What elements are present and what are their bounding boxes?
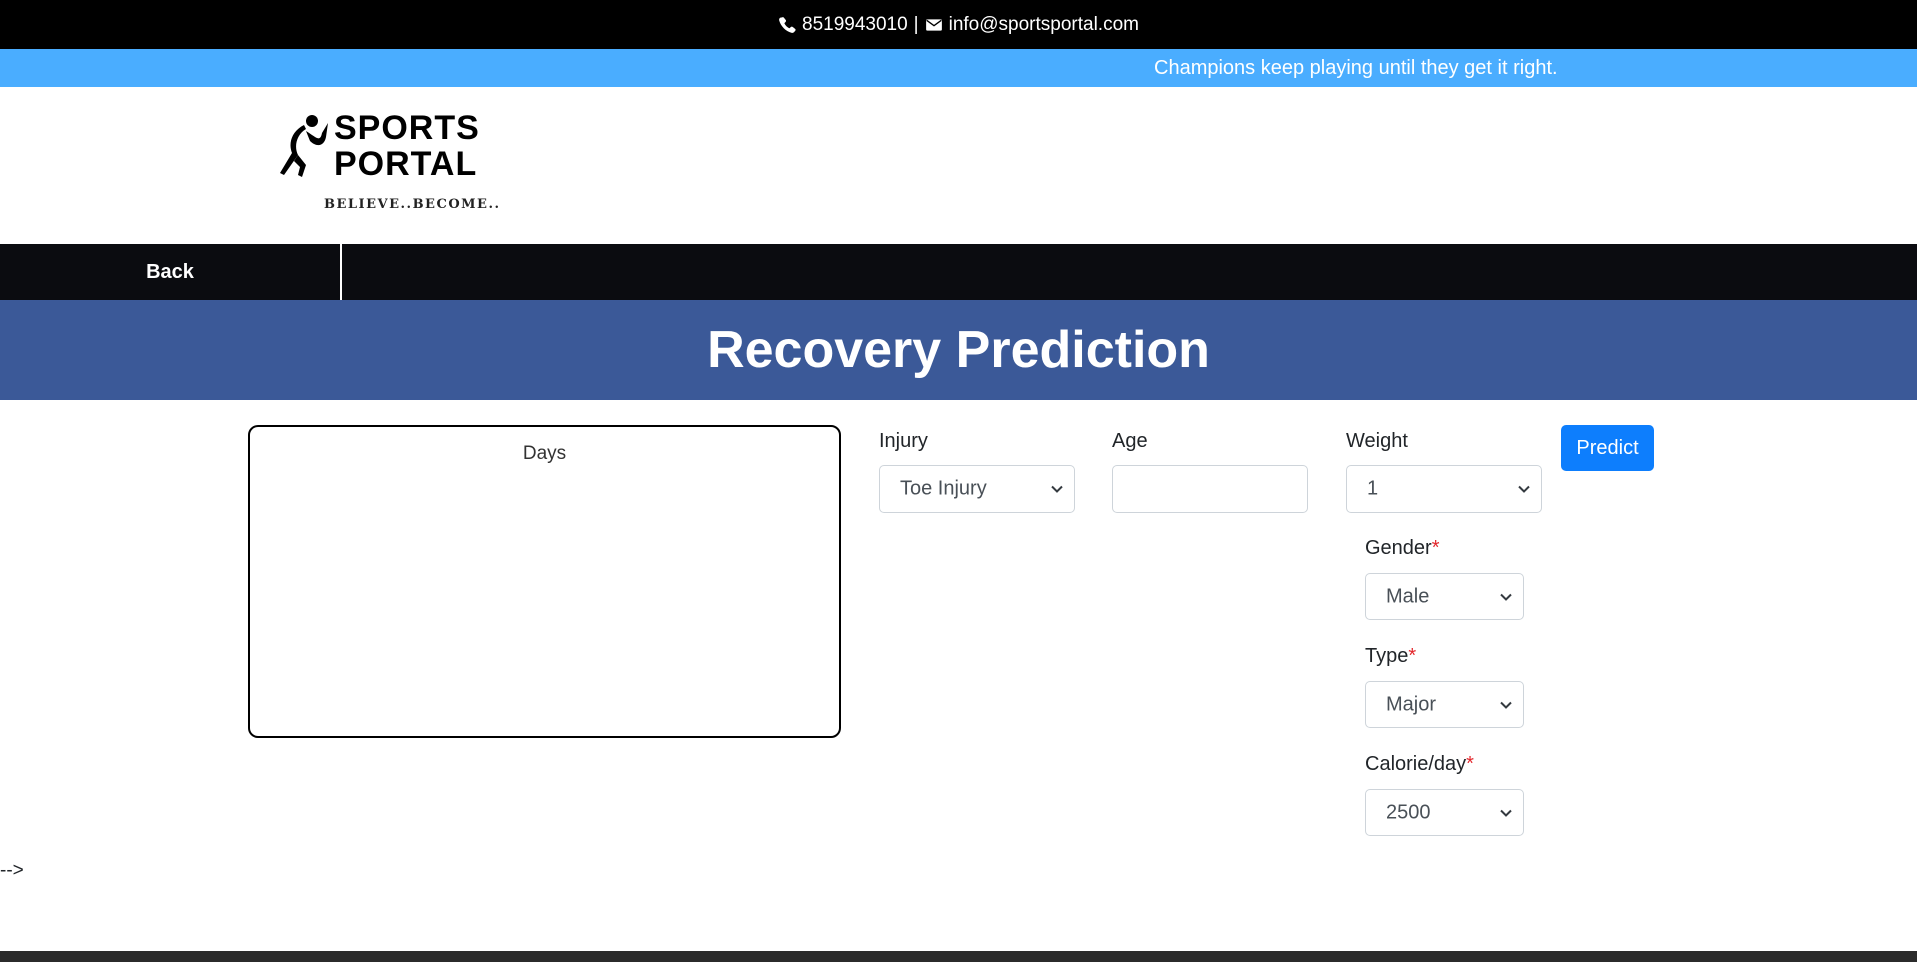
page-title: Recovery Prediction <box>707 321 1210 379</box>
gender-label-text: Gender <box>1365 537 1432 559</box>
tagline-text: Champions keep playing until they get it… <box>1154 57 1558 79</box>
predict-button[interactable]: Predict <box>1561 425 1654 471</box>
page-banner: Recovery Prediction <box>0 300 1917 400</box>
sports-portal-logo[interactable]: SPORTS PORTAL BELIEVE..BECOME.. <box>276 105 499 225</box>
injury-select[interactable]: Toe Injury <box>879 465 1075 513</box>
gender-label: Gender* <box>1365 537 1440 560</box>
chevron-down-icon <box>1500 809 1512 817</box>
runner-icon <box>280 115 328 177</box>
logo-slogan: BELIEVE..BECOME.. <box>324 197 501 212</box>
phone-icon <box>778 16 796 34</box>
required-marker: * <box>1431 537 1440 559</box>
contact-bar: 8519943010 | info@sportsportal.com <box>0 0 1917 49</box>
envelope-icon <box>925 16 943 34</box>
tagline-bar: Champions keep playing until they get it… <box>0 49 1917 87</box>
type-select[interactable]: Major <box>1365 681 1524 728</box>
chart-title: Days <box>522 443 567 464</box>
chevron-down-icon <box>1518 485 1530 493</box>
main-navbar: Back <box>0 244 1917 300</box>
calorie-select[interactable]: 2500 <box>1365 789 1524 836</box>
contact-phone[interactable]: 8519943010 <box>802 14 908 36</box>
calorie-select-value: 2500 <box>1386 801 1431 823</box>
calorie-label: Calorie/day* <box>1365 753 1474 776</box>
footer-bar <box>0 951 1917 962</box>
stray-comment-text: --> <box>0 860 24 881</box>
calorie-label-text: Calorie/day <box>1365 753 1467 775</box>
contact-separator: | <box>913 13 919 35</box>
chevron-down-icon <box>1500 701 1512 709</box>
type-label: Type* <box>1365 645 1416 668</box>
required-marker: * <box>1408 645 1417 667</box>
type-label-text: Type <box>1365 645 1409 667</box>
age-label: Age <box>1112 430 1148 452</box>
contact-email[interactable]: info@sportsportal.com <box>949 14 1139 36</box>
age-input[interactable] <box>1112 465 1308 513</box>
logo-line-portal: PORTAL <box>334 145 478 183</box>
gender-select-value: Male <box>1386 585 1430 607</box>
chevron-down-icon <box>1500 593 1512 601</box>
required-marker: * <box>1466 753 1474 775</box>
gender-select[interactable]: Male <box>1365 573 1524 620</box>
chevron-down-icon <box>1051 485 1063 493</box>
back-link[interactable]: Back <box>0 244 342 300</box>
weight-select[interactable]: 1 <box>1346 465 1542 513</box>
logo-line-sports: SPORTS <box>334 109 480 147</box>
recovery-chart: Days <box>248 425 841 738</box>
injury-label: Injury <box>879 430 928 452</box>
type-select-value: Major <box>1386 693 1437 715</box>
site-header: SPORTS PORTAL BELIEVE..BECOME.. <box>0 87 1917 244</box>
weight-select-value: 1 <box>1367 477 1379 500</box>
weight-label: Weight <box>1346 430 1408 452</box>
injury-select-value: Toe Injury <box>900 477 987 500</box>
